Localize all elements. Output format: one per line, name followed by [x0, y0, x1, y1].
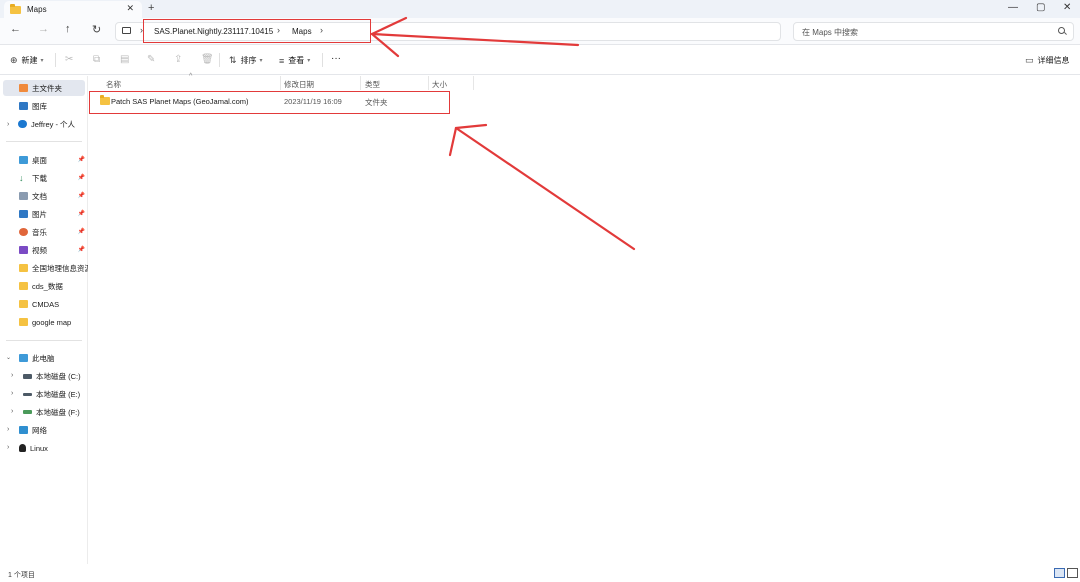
arrow-head: [370, 16, 408, 58]
status-bar: 1 个项目: [0, 564, 1080, 582]
annotation-arrows: [370, 16, 636, 251]
details-view-icon[interactable]: [1054, 568, 1065, 578]
arrow-head: [448, 123, 488, 157]
arrow-line: [370, 32, 580, 47]
item-count: 1 个项目: [8, 572, 35, 579]
arrow-line: [454, 126, 636, 251]
large-icons-view-icon[interactable]: [1067, 568, 1078, 578]
